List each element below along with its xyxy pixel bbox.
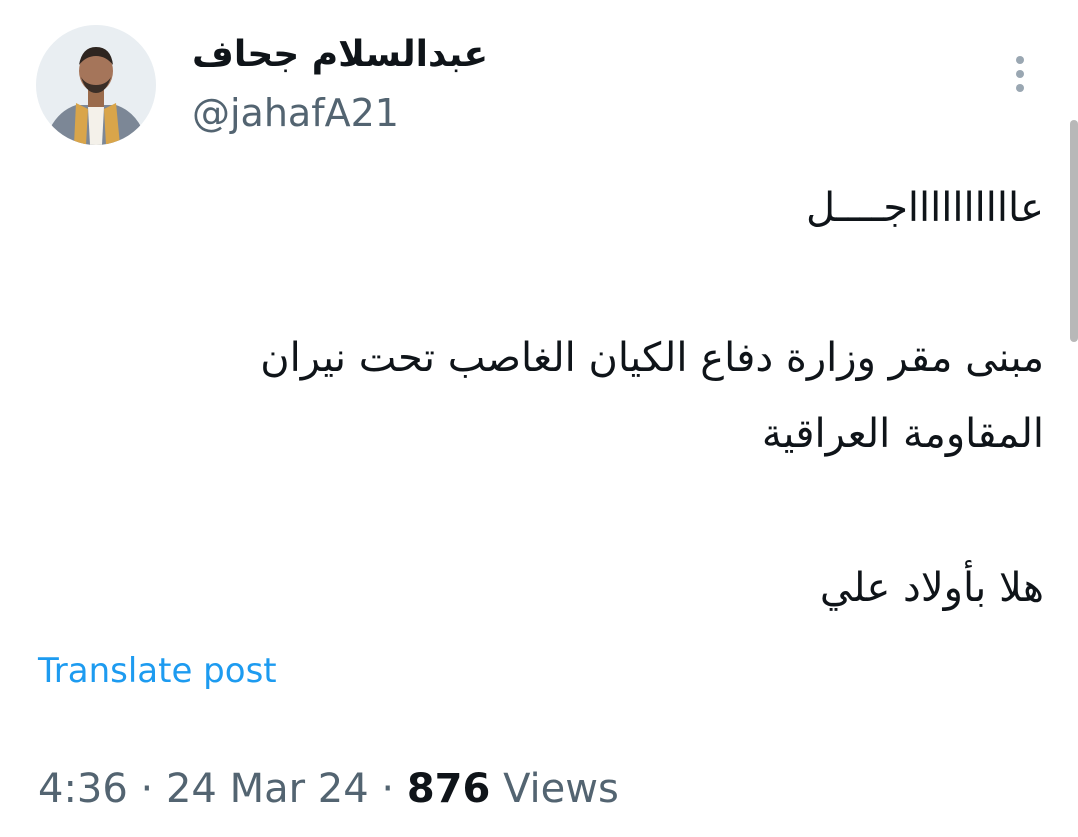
tweet-line: هلا بأولاد علي: [819, 565, 1044, 611]
tweet-line: المقاومة العراقية: [761, 411, 1044, 457]
more-options-button[interactable]: [1004, 50, 1036, 98]
views-label: Views: [503, 766, 619, 812]
tweet-meta: 4:36 · 24 Mar 24 · 876 Views: [38, 762, 619, 816]
tweet-line: مبنى مقر وزارة دفاع الكيان الغاصب تحت ني…: [260, 335, 1044, 381]
tweet-time[interactable]: 4:36: [38, 766, 128, 812]
scrollbar[interactable]: [1070, 120, 1078, 342]
tweet-line: عااااااااااجــــل: [806, 185, 1044, 231]
avatar[interactable]: [36, 25, 156, 145]
meta-separator: ·: [127, 766, 166, 812]
author-display-name[interactable]: عبدالسلام جحاف: [192, 30, 488, 80]
views-count: 876: [406, 766, 491, 812]
more-vertical-icon: [1016, 56, 1024, 92]
author-handle[interactable]: @jahafA21: [192, 86, 399, 140]
translate-post-link[interactable]: Translate post: [38, 648, 277, 694]
meta-separator: ·: [368, 766, 407, 812]
tweet-date[interactable]: 24 Mar 24: [166, 766, 369, 812]
